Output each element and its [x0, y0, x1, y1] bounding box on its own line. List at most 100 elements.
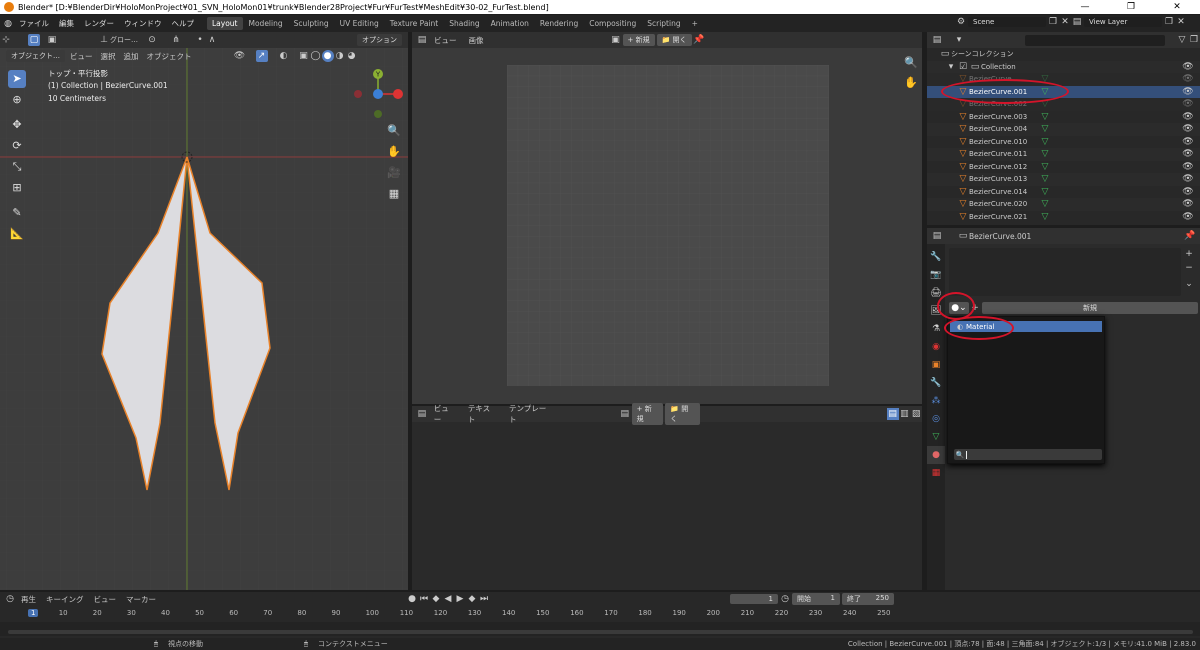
- remove-slot-icon[interactable]: −: [1183, 262, 1195, 274]
- camera-icon[interactable]: 🎥: [385, 164, 403, 182]
- transform-orientation[interactable]: グロー…: [110, 35, 138, 45]
- menu-window[interactable]: ウィンドウ: [119, 18, 167, 29]
- visibility-eye-icon[interactable]: 👁: [1182, 148, 1194, 160]
- navigation-gizmo[interactable]: Y: [350, 66, 406, 122]
- shading-wire-icon[interactable]: ◯: [310, 50, 322, 62]
- tab-scripting[interactable]: Scripting: [642, 17, 685, 30]
- text-editor-type-icon[interactable]: ▤: [416, 408, 428, 420]
- text-open-button[interactable]: 📁 開く: [665, 403, 700, 425]
- prev-key-icon[interactable]: ◆: [430, 593, 442, 605]
- outliner-item[interactable]: ▽ BezierCurve.012 ▽ 👁: [927, 161, 1200, 174]
- image-browse-icon[interactable]: ▣: [610, 34, 622, 46]
- curve-data-icon[interactable]: ▽: [1039, 111, 1051, 123]
- select-mode-icon[interactable]: ▣: [46, 34, 58, 46]
- material-tab-icon[interactable]: ●: [927, 446, 945, 464]
- tab-sculpting[interactable]: Sculpting: [289, 17, 334, 30]
- text-menu-view[interactable]: ビュー: [428, 403, 462, 425]
- text-menu-templates[interactable]: テンプレート: [503, 403, 559, 425]
- visibility-eye-icon[interactable]: 👁: [1182, 123, 1194, 135]
- current-frame-field[interactable]: 1: [730, 594, 778, 604]
- menu-render[interactable]: レンダー: [79, 18, 119, 29]
- word-wrap-icon[interactable]: ▥: [899, 408, 911, 420]
- text-new-button[interactable]: + 新規: [631, 403, 664, 425]
- scale-tool-icon[interactable]: ⤡: [8, 158, 26, 176]
- curve-data-icon[interactable]: ▽: [1039, 161, 1051, 173]
- tab-shading[interactable]: Shading: [444, 17, 484, 30]
- material-slot-list[interactable]: [949, 248, 1181, 296]
- image-zoom-icon[interactable]: 🔍: [902, 54, 920, 72]
- clock-icon[interactable]: ◷: [779, 593, 791, 605]
- text-browse-icon[interactable]: ▤: [619, 408, 631, 420]
- visibility-eye-icon[interactable]: 👁: [1182, 73, 1194, 85]
- xray-icon[interactable]: ▣: [298, 50, 310, 62]
- add-workspace-button[interactable]: +: [687, 17, 703, 30]
- tab-uv-editing[interactable]: UV Editing: [335, 17, 384, 30]
- tab-rendering[interactable]: Rendering: [535, 17, 583, 30]
- outliner-item[interactable]: ▽ BezierCurve.004 ▽ 👁: [927, 123, 1200, 136]
- blender-menu-icon[interactable]: ◍: [2, 18, 14, 30]
- curve-data-icon[interactable]: ▽: [1039, 198, 1051, 210]
- falloff-icon[interactable]: ∧: [206, 34, 218, 46]
- shading-material-icon[interactable]: ◑: [334, 50, 346, 62]
- particles-tab-icon[interactable]: ⁂: [927, 392, 945, 410]
- timeline-menu-view[interactable]: ビュー: [89, 594, 122, 605]
- curve-data-icon[interactable]: ▽: [1039, 173, 1051, 185]
- image-editor-type-icon[interactable]: ▤: [416, 34, 428, 46]
- outliner-item[interactable]: ▽ BezierCurve.014 ▽ 👁: [927, 186, 1200, 199]
- options-dropdown[interactable]: オプション: [357, 34, 402, 46]
- measure-tool-icon[interactable]: 📐: [8, 225, 26, 243]
- curve-data-icon[interactable]: ▽: [1039, 211, 1051, 223]
- gizmo-icon[interactable]: ↗: [255, 50, 268, 62]
- outliner-item[interactable]: ▽ BezierCurve.020 ▽ 👁: [927, 198, 1200, 211]
- timeline-menu-playback[interactable]: 再生: [16, 594, 41, 605]
- mode-dropdown[interactable]: オブジェクト…: [6, 50, 65, 62]
- viewport-3d[interactable]: ➤ ⊕ ✥ ⟳ ⤡ ⊞ ✎ 📐 トップ・平行投影 (1) Collection …: [0, 48, 408, 590]
- scene-field[interactable]: Scene: [968, 17, 1046, 27]
- menu-edit[interactable]: 編集: [54, 18, 79, 29]
- visibility-eye-icon[interactable]: 👁: [1182, 198, 1194, 210]
- object-tab-icon[interactable]: ▣: [927, 356, 945, 374]
- image-menu-image[interactable]: 画像: [463, 35, 490, 46]
- view-layer-field[interactable]: View Layer: [1084, 17, 1162, 27]
- curve-data-icon[interactable]: ▽: [1039, 123, 1051, 135]
- timeline-scrollbar[interactable]: [8, 630, 1193, 634]
- orientation-icon[interactable]: ⊥: [98, 34, 110, 46]
- delete-scene-icon[interactable]: ✕: [1059, 16, 1071, 28]
- visibility-eye-icon[interactable]: 👁: [1182, 186, 1194, 198]
- visibility-eye-icon[interactable]: 👁: [1182, 173, 1194, 185]
- menu-file[interactable]: ファイル: [14, 18, 54, 29]
- timeline-track[interactable]: [0, 622, 1200, 636]
- physics-tab-icon[interactable]: ◎: [927, 410, 945, 428]
- visibility-eye-icon[interactable]: 👁: [1182, 111, 1194, 123]
- world-tab-icon[interactable]: ◉: [927, 338, 945, 356]
- visibility-eye-icon[interactable]: 👁: [1182, 98, 1194, 110]
- viewport-menu-view[interactable]: ビュー: [66, 51, 97, 62]
- tab-animation[interactable]: Animation: [486, 17, 534, 30]
- outliner-item[interactable]: ▽ BezierCurve.003 ▽ 👁: [927, 111, 1200, 124]
- image-new-button[interactable]: + 新規: [622, 34, 655, 46]
- new-collection-icon[interactable]: ❐: [1188, 34, 1200, 46]
- timeline-menu-marker[interactable]: マーカー: [121, 594, 161, 605]
- close-button[interactable]: ✕: [1154, 0, 1200, 14]
- minimize-button[interactable]: —: [1062, 0, 1108, 14]
- record-icon[interactable]: ●: [406, 593, 418, 605]
- next-key-icon[interactable]: ◆: [466, 593, 478, 605]
- expand-icon[interactable]: ▾: [945, 61, 957, 73]
- dropdown-search[interactable]: 🔍: [954, 449, 1102, 460]
- tab-compositing[interactable]: Compositing: [584, 17, 641, 30]
- visibility-eye-icon[interactable]: 👁: [1182, 86, 1194, 98]
- scene-tab-icon[interactable]: ⚗: [927, 320, 945, 338]
- play-reverse-icon[interactable]: ◀: [442, 593, 454, 605]
- tab-modeling[interactable]: Modeling: [244, 17, 288, 30]
- viewport-menu-object[interactable]: オブジェクト: [143, 51, 196, 62]
- jump-end-icon[interactable]: ⏭: [478, 593, 490, 605]
- snap-icon[interactable]: ⋔: [170, 34, 182, 46]
- end-frame-field[interactable]: 終了 250: [842, 593, 894, 605]
- proportional-icon[interactable]: •: [194, 34, 206, 46]
- properties-pin-icon[interactable]: 📌: [1184, 230, 1196, 242]
- overlay-icon[interactable]: ◐: [278, 50, 290, 62]
- zoom-icon[interactable]: 🔍: [385, 122, 403, 140]
- curve-data-icon[interactable]: ▽: [1039, 136, 1051, 148]
- annotate-tool-icon[interactable]: ✎: [8, 204, 26, 222]
- data-tab-icon[interactable]: ▽: [927, 428, 945, 446]
